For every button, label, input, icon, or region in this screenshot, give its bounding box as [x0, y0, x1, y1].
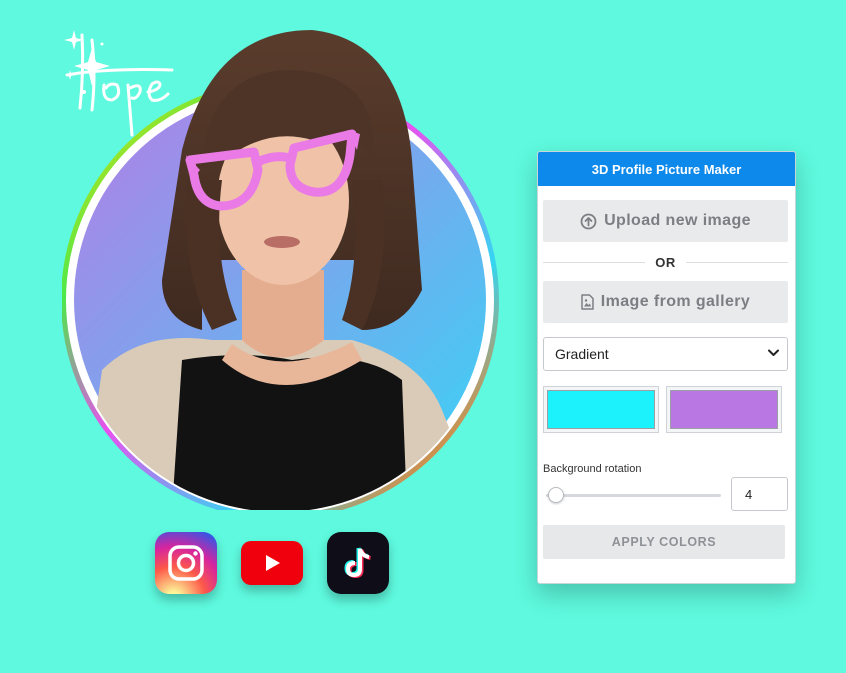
or-label: OR: [655, 254, 676, 270]
slider-track: [546, 494, 721, 497]
or-divider: OR: [543, 253, 788, 271]
hope-signature: [65, 33, 174, 137]
color-2-fill: [670, 390, 778, 429]
tiktok-icon[interactable]: [327, 532, 389, 594]
social-icons: [155, 532, 389, 594]
rotation-label: Background rotation: [543, 463, 642, 475]
upload-icon: [580, 213, 597, 229]
gallery-image-label: Image from gallery: [600, 293, 751, 310]
upload-image-button[interactable]: Upload new image: [543, 200, 788, 242]
profile-picture-preview: [62, 30, 502, 510]
rotation-input[interactable]: 4: [731, 477, 788, 511]
chevron-down-icon: [768, 348, 779, 360]
background-type-value: Gradient: [555, 346, 609, 362]
rotation-value: 4: [745, 486, 753, 502]
gallery-image-button[interactable]: Image from gallery: [543, 281, 788, 323]
image-file-icon: [581, 294, 594, 310]
instagram-icon[interactable]: [155, 532, 217, 594]
panel-title: 3D Profile Picture Maker: [538, 152, 795, 186]
color-picker-2[interactable]: [666, 386, 782, 433]
color-picker-1[interactable]: [543, 386, 659, 433]
rotation-slider[interactable]: [546, 487, 721, 503]
youtube-icon[interactable]: [241, 541, 303, 585]
slider-thumb[interactable]: [548, 487, 564, 503]
apply-colors-label: APPLY COLORS: [611, 535, 717, 549]
upload-image-label: Upload new image: [604, 212, 751, 229]
color-1-fill: [547, 390, 655, 429]
background-type-select[interactable]: Gradient: [543, 337, 788, 371]
profile-maker-panel: 3D Profile Picture Maker Upload new imag…: [537, 151, 796, 584]
apply-colors-button[interactable]: APPLY COLORS: [543, 525, 785, 559]
